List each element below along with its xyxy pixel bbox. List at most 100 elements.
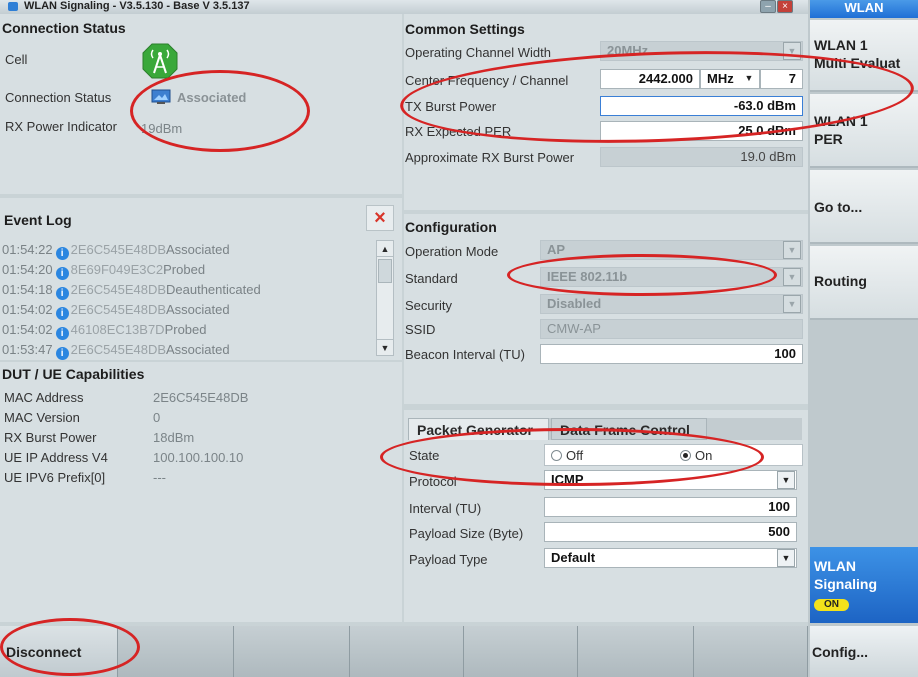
softkey-3[interactable]: [234, 626, 350, 677]
operation-mode-select[interactable]: AP: [540, 240, 803, 260]
chevron-down-icon[interactable]: ▼: [783, 295, 801, 313]
ssid-input[interactable]: CMW-AP: [540, 319, 803, 339]
dut-row-value: 2E6C545E48DB: [153, 390, 249, 405]
dut-row-value: 18dBm: [153, 430, 195, 445]
softkey-4[interactable]: [350, 626, 464, 677]
window-title: WLAN Signaling - V3.5.130 - Base V 3.5.1…: [24, 0, 250, 12]
radio-off-icon[interactable]: [551, 450, 562, 461]
state-on-label: On: [695, 448, 713, 463]
operation-mode-label: Operation Mode: [405, 244, 499, 259]
event-log-row: 01:53:47 i 2E6C545E48DBAssociated: [2, 340, 374, 360]
event-type: Probed: [163, 262, 206, 277]
info-icon: i: [55, 287, 69, 300]
interval-input[interactable]: 100: [544, 497, 797, 517]
connection-status-value: Associated: [177, 90, 247, 105]
softkey-6[interactable]: [578, 626, 694, 677]
sidebar-item-line1: WLAN 1: [814, 113, 868, 129]
dut-row-label: MAC Address: [4, 390, 84, 405]
signaling-on-badge: ON: [814, 599, 849, 611]
event-log-row: 01:54:18 i 2E6C545E48DBDeauthenticated: [2, 280, 374, 300]
dut-row: MAC Version 0: [4, 408, 394, 428]
approx-rx-burst-value: 19.0 dBm: [600, 147, 803, 167]
security-label: Security: [405, 298, 452, 313]
common-settings-header: Common Settings: [405, 21, 525, 37]
state-off-label: Off: [566, 448, 584, 463]
standard-label: Standard: [405, 271, 458, 286]
sidebar-item-goto[interactable]: Go to...: [810, 170, 918, 244]
payload-size-label: Payload Size (Byte): [409, 526, 524, 541]
disconnect-button[interactable]: Disconnect: [0, 626, 118, 677]
tab-data-frame-control[interactable]: Data Frame Control: [551, 418, 707, 440]
dut-header: DUT / UE Capabilities: [2, 366, 145, 382]
event-id: 2E6C545E48DB: [70, 242, 167, 257]
cell-tower-icon: [141, 42, 179, 80]
chevron-down-icon[interactable]: ▼: [777, 549, 795, 567]
info-icon: i: [55, 247, 69, 260]
event-log-row: 01:54:22 i 2E6C545E48DBAssociated: [2, 240, 374, 260]
state-label: State: [409, 448, 440, 463]
payload-size-input[interactable]: 500: [544, 522, 797, 542]
chevron-down-icon[interactable]: ▼: [783, 42, 801, 60]
sidebar-item-line2: Multi Evaluat: [814, 55, 901, 71]
event-log-scrollbar[interactable]: ▲ ▼: [376, 240, 394, 356]
tx-burst-power-input[interactable]: -63.0 dBm: [600, 96, 803, 116]
event-log-row: 01:54:02 i 2E6C545E48DBAssociated: [2, 300, 374, 320]
event-id: 8E69F049E3C2: [70, 262, 164, 277]
dut-row-value: 100.100.100.10: [153, 450, 244, 465]
event-type: Probed: [164, 322, 207, 337]
security-select[interactable]: Disabled: [540, 294, 803, 314]
event-log-header: Event Log: [4, 212, 72, 228]
scroll-up-icon[interactable]: ▲: [377, 241, 393, 257]
connection-status-label: Connection Status: [5, 90, 112, 105]
wlan-signaling-button[interactable]: WLAN Signaling ON: [810, 547, 918, 623]
sidebar-item-routing[interactable]: Routing: [810, 246, 918, 320]
close-window-button[interactable]: ×: [777, 0, 793, 13]
state-off-radio[interactable]: Off: [551, 448, 583, 463]
event-log-list: 01:54:22 i 2E6C545E48DBAssociated 01:54:20 i…: [2, 240, 374, 360]
protocol-select[interactable]: ICMP: [544, 470, 797, 490]
event-id: 2E6C545E48DB: [70, 342, 167, 357]
dut-row: MAC Address 2E6C545E48DB: [4, 388, 394, 408]
event-log-row: 01:54:20 i 8E69F049E3C2Probed: [2, 260, 374, 280]
tab-packet-generator[interactable]: Packet Generator: [408, 418, 549, 440]
event-log-close-button[interactable]: ×: [366, 205, 394, 231]
sidebar-item-line1: Go to...: [814, 199, 863, 215]
configuration-header: Configuration: [405, 219, 497, 235]
dut-row: RX Burst Power 18dBm: [4, 428, 394, 448]
standard-select[interactable]: IEEE 802.11b: [540, 267, 803, 287]
event-type: Associated: [166, 242, 230, 257]
event-type: Deauthenticated: [166, 282, 261, 297]
scroll-down-icon[interactable]: ▼: [377, 339, 393, 355]
beacon-interval-input[interactable]: 100: [540, 344, 803, 364]
protocol-label: Protocol: [409, 474, 457, 489]
channel-width-select[interactable]: 20MHz: [600, 41, 803, 61]
softkey-7[interactable]: [694, 626, 808, 677]
payload-type-select[interactable]: Default: [544, 548, 797, 568]
event-time: 01:54:18: [2, 282, 53, 297]
dut-row-value: ---: [153, 470, 166, 485]
center-frequency-input[interactable]: 2442.000: [600, 69, 700, 89]
dut-row-label: UE IP Address V4: [4, 450, 108, 465]
state-on-radio[interactable]: On: [680, 448, 712, 463]
chevron-down-icon[interactable]: ▼: [783, 241, 801, 259]
dut-row: UE IPV6 Prefix[0] ---: [4, 468, 394, 488]
chevron-down-icon[interactable]: ▼: [777, 471, 795, 489]
radio-on-icon[interactable]: [680, 450, 691, 461]
chevron-down-icon[interactable]: ▼: [783, 268, 801, 286]
event-type: Associated: [166, 342, 230, 357]
channel-input[interactable]: 7: [760, 69, 803, 89]
connection-status-header: Connection Status: [2, 20, 126, 36]
dut-row-value: 0: [153, 410, 161, 425]
minimize-button[interactable]: –: [760, 0, 776, 13]
chevron-down-icon[interactable]: ▼: [740, 70, 758, 88]
tx-burst-power-label: TX Burst Power: [405, 99, 497, 114]
sidebar-item-wlan-multi-eval[interactable]: WLAN 1 Multi Evaluat: [810, 20, 918, 92]
event-time: 01:53:47: [2, 342, 53, 357]
scroll-thumb[interactable]: [378, 259, 392, 283]
sidebar-item-wlan-per[interactable]: WLAN 1 PER: [810, 94, 918, 168]
rx-expected-per-input[interactable]: 25.0 dBm: [600, 121, 803, 141]
softkey-2[interactable]: [118, 626, 234, 677]
config-button[interactable]: Config...: [810, 626, 918, 677]
softkey-5[interactable]: [464, 626, 578, 677]
event-time: 01:54:02: [2, 322, 53, 337]
